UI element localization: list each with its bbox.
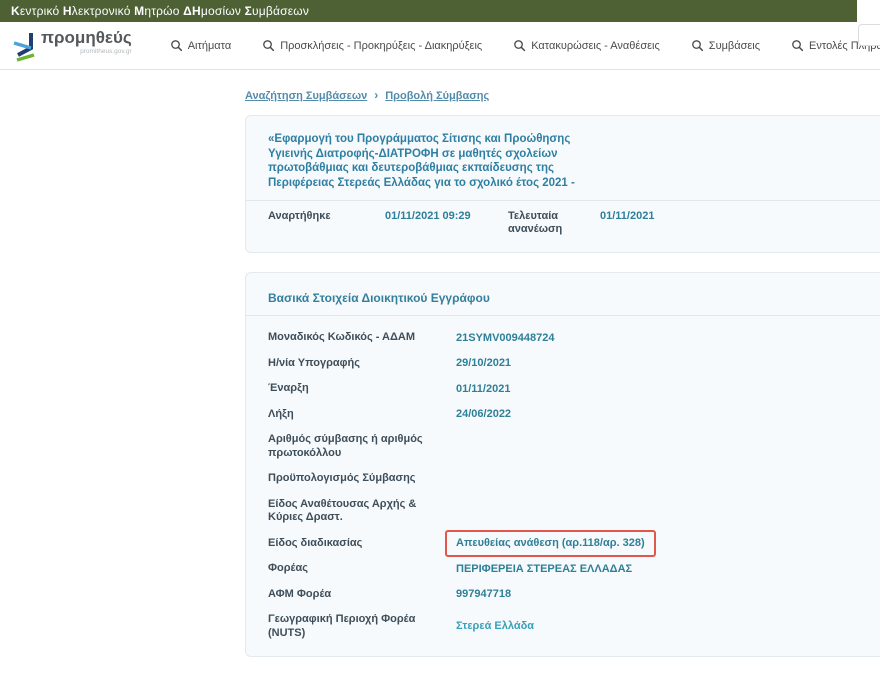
detail-label: Φορέας <box>268 562 456 576</box>
app-title: Κεντρικό Ηλεκτρονικό Μητρώο ΔΗμοσίων Συμ… <box>11 4 309 18</box>
breadcrumb-link[interactable]: Προβολή Σύμβασης <box>385 90 489 102</box>
app-title-segment: υμβάσεων <box>252 4 309 18</box>
brand-logo-icon <box>12 31 38 62</box>
detail-value: 997947718 <box>456 588 511 601</box>
main-content: Αναζήτηση Συμβάσεων › Προβολή Σύμβασης «Εφ… <box>245 88 880 676</box>
brand-logo[interactable]: προμηθεύς promitheus.gov.gr <box>12 29 132 62</box>
breadcrumb: Αναζήτηση Συμβάσεων › Προβολή Σύμβασης <box>245 88 880 102</box>
search-icon <box>170 39 183 52</box>
app-title-segment: μοσίων <box>201 4 245 18</box>
detail-value: 21SYMV009448724 <box>456 332 554 345</box>
detail-value-text: Απευθείας ανάθεση (αρ.118/αρ. 328) <box>456 537 645 549</box>
detail-label: Προϋπολογισμός Σύμβασης <box>268 472 456 486</box>
detail-value: 01/11/2021 <box>456 383 510 396</box>
posted-label: Αναρτήθηκε <box>268 210 385 223</box>
detail-value: Στερεά Ελλάδα <box>456 620 534 633</box>
detail-label: Μοναδικός Κωδικός - ΑΔΑΜ <box>268 331 456 345</box>
top-right-partial-element <box>858 24 880 46</box>
nav-item-label: Προσκλήσεις - Προκηρύξεις - Διακηρύξεις <box>280 40 482 52</box>
updated-value: 01/11/2021 <box>600 210 654 223</box>
detail-label: Γεωγραφική Περιοχή Φορέα (NUTS) <box>268 613 456 640</box>
app-title-segment: εντρικό <box>20 4 63 18</box>
brand-name: προμηθεύς <box>41 29 132 47</box>
detail-value-text: 29/10/2021 <box>456 357 511 369</box>
detail-row: Γεωγραφική Περιοχή Φορέα (NUTS)Στερεά Ελ… <box>268 607 880 646</box>
divider <box>246 200 880 201</box>
search-icon <box>691 39 704 52</box>
details-card-header: Βασικά Στοιχεία Διοικητικού Εγγράφου <box>268 289 880 305</box>
search-icon <box>791 39 804 52</box>
detail-label: Λήξη <box>268 408 456 422</box>
app-title-segment: Η <box>63 4 72 18</box>
breadcrumb-link[interactable]: Αναζήτηση Συμβάσεων <box>245 90 367 102</box>
contract-summary-card: «Εφαρμογή του Προγράμματος Σίτισης και Π… <box>245 115 880 253</box>
contract-title: «Εφαρμογή του Προγράμματος Σίτισης και Π… <box>268 132 616 190</box>
posted-value: 01/11/2021 09:29 <box>385 210 508 223</box>
detail-label: Είδος διαδικασίας <box>268 537 456 551</box>
nav-item[interactable]: Συμβάσεις <box>691 39 760 52</box>
detail-label: Αριθμός σύμβασης ή αριθμός πρωτοκόλλου <box>268 433 456 460</box>
detail-value-text: 21SYMV009448724 <box>456 332 554 344</box>
detail-label: Είδος Αναθέτουσας Αρχής & Κύριες Δραστ. <box>268 498 456 525</box>
detail-label: Έναρξη <box>268 382 456 396</box>
main-nav: Αιτήματα Προσκλήσεις - Προκηρύξεις - Διακ… <box>170 39 880 52</box>
detail-value-text: 01/11/2021 <box>456 383 510 395</box>
detail-value-link[interactable]: Στερεά Ελλάδα <box>456 620 534 632</box>
app-title-segment: λεκτρονικό <box>72 4 134 18</box>
updated-label: Τελευταία ανανέωση <box>508 210 600 236</box>
detail-value: 24/06/2022 <box>456 408 511 421</box>
breadcrumb-separator-icon: › <box>374 88 378 102</box>
nav-item-label: Κατακυρώσεις - Αναθέσεις <box>531 40 660 52</box>
app-title-segment: Κ <box>11 4 20 18</box>
brand-text: προμηθεύς promitheus.gov.gr <box>41 29 132 55</box>
highlight-annotation-box: Απευθείας ανάθεση (αρ.118/αρ. 328) <box>445 530 656 557</box>
detail-label: ΑΦΜ Φορέα <box>268 588 456 602</box>
app-title-bar: Κεντρικό Ηλεκτρονικό Μητρώο ΔΗμοσίων Συμ… <box>0 0 857 22</box>
nav-item[interactable]: Προσκλήσεις - Προκηρύξεις - Διακηρύξεις <box>262 39 482 52</box>
nav-item-label: Αιτήματα <box>188 40 232 52</box>
app-title-segment: Σ <box>245 4 252 18</box>
app-title-segment: ητρώο <box>144 4 183 18</box>
detail-row: ΦορέαςΠΕΡΙΦΕΡΕΙΑ ΣΤΕΡΕΑΣ ΕΛΛΑΔΑΣ <box>268 556 880 582</box>
app-title-segment: Μ <box>134 4 144 18</box>
search-icon <box>262 39 275 52</box>
detail-value-text: 997947718 <box>456 588 511 600</box>
search-icon <box>513 39 526 52</box>
detail-row: Αριθμός σύμβασης ή αριθμός πρωτοκόλλου <box>268 427 880 466</box>
divider <box>246 315 880 316</box>
detail-row: Η/νία Υπογραφής29/10/2021 <box>268 351 880 377</box>
detail-rows: Μοναδικός Κωδικός - ΑΔΑΜ21SYMV009448724Η… <box>268 325 880 646</box>
brand-domain: promitheus.gov.gr <box>41 48 132 55</box>
detail-value-text: 24/06/2022 <box>456 408 511 420</box>
detail-row: Προϋπολογισμός Σύμβασης <box>268 466 880 492</box>
detail-label: Η/νία Υπογραφής <box>268 357 456 371</box>
detail-row: Μοναδικός Κωδικός - ΑΔΑΜ21SYMV009448724 <box>268 325 880 351</box>
detail-row: Είδος διαδικασίαςΑπευθείας ανάθεση (αρ.1… <box>268 531 880 557</box>
nav-item[interactable]: Κατακυρώσεις - Αναθέσεις <box>513 39 660 52</box>
contract-dates-row: Αναρτήθηκε 01/11/2021 09:29 Τελευταία αν… <box>268 210 880 242</box>
details-card: Βασικά Στοιχεία Διοικητικού Εγγράφου Μον… <box>245 272 880 657</box>
detail-row: ΑΦΜ Φορέα997947718 <box>268 582 880 608</box>
nav-item[interactable]: Αιτήματα <box>170 39 232 52</box>
detail-value: Απευθείας ανάθεση (αρ.118/αρ. 328) <box>456 537 656 550</box>
header: προμηθεύς promitheus.gov.gr Αιτήματα Προσ… <box>0 22 880 70</box>
app-title-segment: ΔΗ <box>183 4 201 18</box>
detail-row: Είδος Αναθέτουσας Αρχής & Κύριες Δραστ. <box>268 492 880 531</box>
detail-row: Λήξη24/06/2022 <box>268 402 880 428</box>
detail-value: ΠΕΡΙΦΕΡΕΙΑ ΣΤΕΡΕΑΣ ΕΛΛΑΔΑΣ <box>456 563 632 576</box>
detail-value-text: ΠΕΡΙΦΕΡΕΙΑ ΣΤΕΡΕΑΣ ΕΛΛΑΔΑΣ <box>456 563 632 575</box>
nav-item-label: Συμβάσεις <box>709 40 760 52</box>
detail-row: Έναρξη01/11/2021 <box>268 376 880 402</box>
detail-value: 29/10/2021 <box>456 357 511 370</box>
